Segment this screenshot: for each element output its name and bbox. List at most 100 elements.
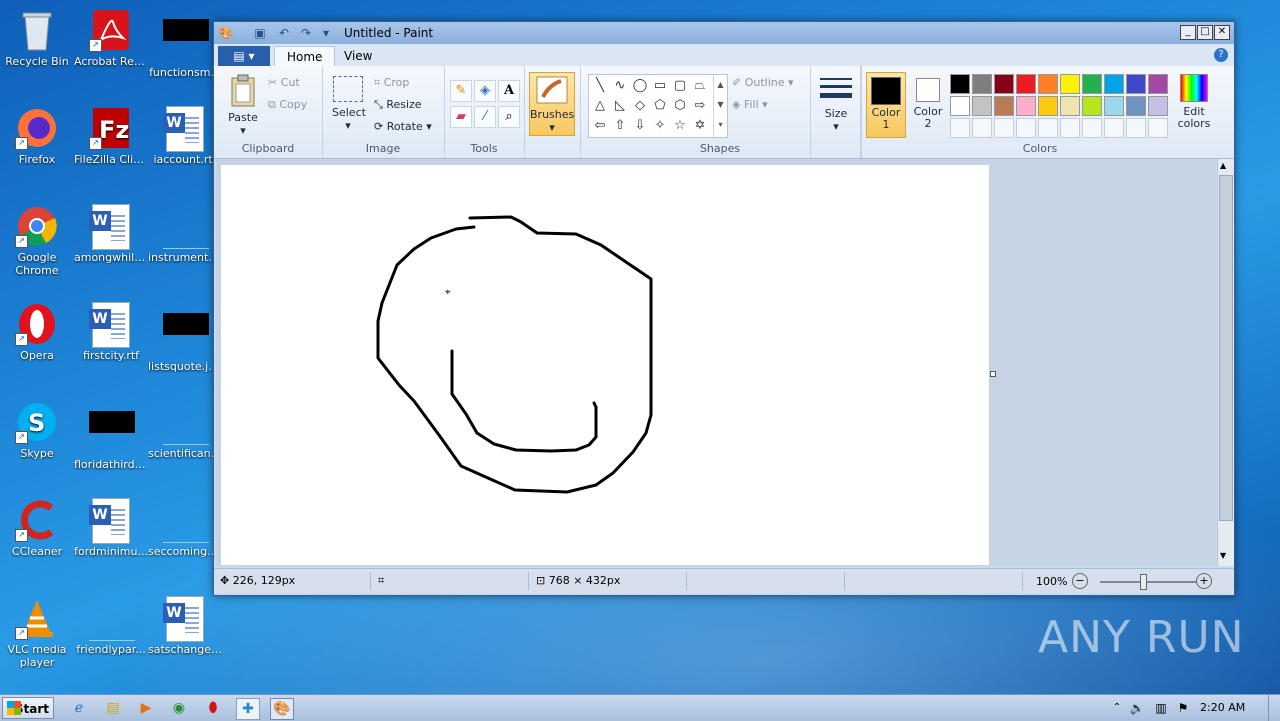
desktop-icon-instruments[interactable]: instruments....: [148, 204, 222, 264]
palette-swatch[interactable]: [1148, 118, 1168, 138]
right-triangle-shape-icon[interactable]: ◺: [611, 97, 629, 115]
tab-home[interactable]: Home: [274, 46, 336, 67]
palette-swatch[interactable]: [950, 96, 970, 116]
line-shape-icon[interactable]: ╲: [591, 77, 609, 95]
fill-bucket-icon[interactable]: ◈: [474, 80, 496, 102]
palette-swatch[interactable]: [1016, 96, 1036, 116]
oval-shape-icon[interactable]: ◯: [631, 77, 649, 95]
palette-swatch[interactable]: [1148, 96, 1168, 116]
volume-icon[interactable]: 🔈: [1126, 698, 1148, 718]
desktop-icon-scientificant[interactable]: scientificant...: [148, 400, 222, 460]
five-point-star-shape-icon[interactable]: ☆: [671, 117, 689, 135]
palette-swatch[interactable]: [972, 118, 992, 138]
palette-swatch[interactable]: [1104, 74, 1124, 94]
show-desktop-button[interactable]: [1268, 695, 1280, 721]
media-player-icon[interactable]: ▶: [135, 698, 157, 718]
desktop-icon-fordminimu[interactable]: W fordminimu...: [74, 498, 148, 558]
palette-swatch[interactable]: [1038, 96, 1058, 116]
paste-button[interactable]: Paste ▾: [228, 74, 258, 137]
edit-colors-button[interactable]: Edit colors: [1172, 74, 1216, 130]
palette-swatch[interactable]: [1148, 74, 1168, 94]
desktop-icon-skype[interactable]: S ↗ Skype: [0, 400, 74, 460]
scroll-thumb[interactable]: [1219, 175, 1233, 521]
desktop-icon-friendlypar[interactable]: friendlypar...: [74, 596, 148, 656]
paint-app-icon[interactable]: 🎨: [218, 25, 234, 41]
crop-button[interactable]: ⌗ Crop: [374, 76, 409, 90]
desktop-icon-chrome[interactable]: ↗ Google Chrome: [0, 204, 74, 277]
hexagon-shape-icon[interactable]: ⬡: [671, 97, 689, 115]
desktop-icon-listsquote[interactable]: listsquote.jpg: [148, 302, 222, 373]
palette-swatch[interactable]: [1038, 118, 1058, 138]
desktop-icon-floridathird[interactable]: floridathird.jpg: [74, 400, 148, 471]
desktop-icon-vlc[interactable]: ↗ VLC media player: [0, 596, 74, 669]
action-center-flag-icon[interactable]: ⚑: [1172, 698, 1194, 718]
paint-taskbar-icon[interactable]: 🎨: [270, 698, 294, 720]
desktop-icon-filezilla[interactable]: Fz ↗ FileZilla Client: [74, 106, 148, 166]
rotate-button[interactable]: ⟳ Rotate ▾: [374, 120, 432, 133]
tray-expand-icon[interactable]: ⌃: [1106, 698, 1128, 718]
color2-button[interactable]: Color 2: [910, 72, 946, 136]
network-tool-icon[interactable]: ✚: [236, 698, 260, 720]
zoom-in-button[interactable]: +: [1196, 573, 1212, 589]
curve-shape-icon[interactable]: ∿: [611, 77, 629, 95]
palette-swatch[interactable]: [1016, 74, 1036, 94]
quick-access-dropdown-icon[interactable]: ▾: [318, 25, 334, 41]
drawing-canvas[interactable]: ⌖: [221, 165, 989, 565]
rectangle-shape-icon[interactable]: ▭: [651, 77, 669, 95]
vertical-scrollbar[interactable]: ▲ ▼: [1217, 159, 1234, 566]
palette-swatch[interactable]: [1060, 74, 1080, 94]
desktop-icon-seccoming[interactable]: seccoming.p...: [148, 498, 222, 558]
palette-swatch[interactable]: [1082, 118, 1102, 138]
palette-swatch[interactable]: [1082, 74, 1102, 94]
shapes-scroll[interactable]: ▲ ▼ ▾: [713, 75, 727, 137]
palette-swatch[interactable]: [972, 74, 992, 94]
copy-button[interactable]: ⧉ Copy: [268, 98, 307, 112]
right-arrow-shape-icon[interactable]: ⇨: [691, 97, 709, 115]
palette-swatch[interactable]: [1126, 118, 1146, 138]
triangle-shape-icon[interactable]: △: [591, 97, 609, 115]
cut-button[interactable]: ✂ Cut: [268, 76, 300, 89]
close-button[interactable]: ✕: [1214, 25, 1230, 40]
taskbar-clock[interactable]: 2:20 AM: [1200, 701, 1245, 714]
help-icon[interactable]: ?: [1214, 48, 1228, 62]
brushes-button[interactable]: Brushes ▾: [529, 72, 575, 136]
color-picker-icon[interactable]: ⁄: [474, 106, 496, 128]
text-icon[interactable]: A: [498, 80, 520, 102]
palette-swatch[interactable]: [1082, 96, 1102, 116]
explorer-icon[interactable]: ▤: [102, 698, 124, 718]
pencil-icon[interactable]: ✎: [450, 80, 472, 102]
eraser-icon[interactable]: ▰: [450, 106, 472, 128]
minimize-button[interactable]: _: [1180, 25, 1196, 40]
palette-swatch[interactable]: [1060, 118, 1080, 138]
diamond-shape-icon[interactable]: ◇: [631, 97, 649, 115]
palette-swatch[interactable]: [994, 74, 1014, 94]
opera-taskbar-icon[interactable]: ⬮: [202, 698, 224, 718]
desktop-icon-amongwhile[interactable]: W amongwhile....: [74, 204, 148, 264]
desktop-icon-opera[interactable]: ↗ Opera: [0, 302, 74, 362]
palette-swatch[interactable]: [972, 96, 992, 116]
resize-button[interactable]: ⤡ Resize: [374, 98, 422, 112]
desktop-icon-satschange[interactable]: W satschange.rtf: [148, 596, 222, 656]
desktop-icon-firstcity[interactable]: W firstcity.rtf: [74, 302, 148, 362]
palette-swatch[interactable]: [950, 118, 970, 138]
palette-swatch[interactable]: [994, 96, 1014, 116]
ie-icon[interactable]: ℯ: [68, 698, 90, 718]
rounded-rectangle-shape-icon[interactable]: ▢: [671, 77, 689, 95]
scroll-down-icon[interactable]: ▼: [1220, 551, 1226, 560]
palette-swatch[interactable]: [1104, 96, 1124, 116]
canvas-resize-handle[interactable]: [990, 371, 996, 377]
polygon-shape-icon[interactable]: ⏢: [691, 77, 709, 95]
scroll-up-icon[interactable]: ▲: [1220, 161, 1226, 170]
redo-icon[interactable]: ↷: [298, 25, 314, 41]
palette-swatch[interactable]: [994, 118, 1014, 138]
title-bar[interactable]: 🎨 ▣ ↶ ↷ ▾ Untitled - Paint _ □ ✕: [214, 22, 1234, 44]
palette-swatch[interactable]: [1038, 74, 1058, 94]
zoom-slider[interactable]: [1100, 581, 1196, 583]
zoom-slider-thumb[interactable]: [1140, 574, 1147, 590]
desktop-icon-ccleaner[interactable]: ↗ CCleaner: [0, 498, 74, 558]
zoom-out-button[interactable]: −: [1072, 573, 1088, 589]
pentagon-shape-icon[interactable]: ⬠: [651, 97, 669, 115]
left-arrow-shape-icon[interactable]: ⇦: [591, 117, 609, 135]
magnifier-icon[interactable]: ⌕: [498, 106, 520, 128]
select-button[interactable]: Select ▾: [332, 76, 366, 132]
